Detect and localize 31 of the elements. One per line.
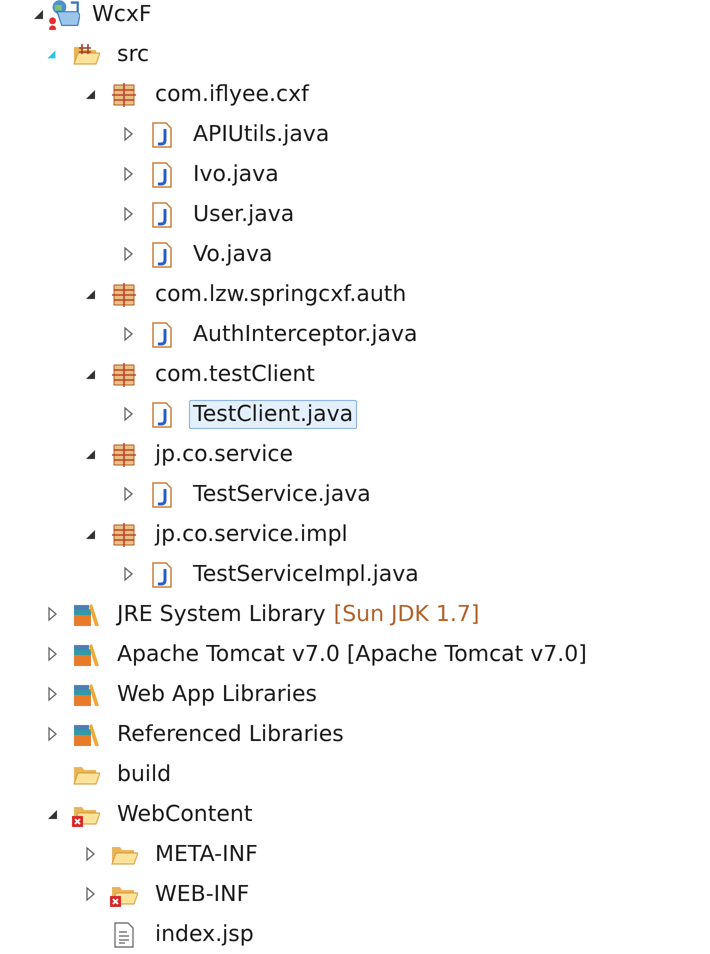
tree-item[interactable]: TestServiceImpl.java [189, 560, 423, 588]
tree-item[interactable]: WEB-INF [151, 880, 254, 908]
jdk-version-label: [Sun JDK 1.7] [334, 602, 480, 626]
tree-item[interactable]: WebContent [113, 800, 256, 828]
tree-item[interactable]: Web App Libraries [113, 680, 321, 708]
tree-item[interactable]: JRE System Library [113, 600, 330, 628]
package-icon [110, 280, 138, 308]
tree-item[interactable]: User.java [189, 200, 298, 228]
tree-item[interactable]: com.lzw.springcxf.auth [151, 280, 410, 308]
tree-item[interactable]: Apache Tomcat v7.0 [Apache Tomcat v7.0] [113, 640, 591, 668]
tree-item[interactable]: AuthInterceptor.java [189, 320, 422, 348]
tree-item[interactable]: jp.co.service.impl [151, 520, 352, 548]
tree-item[interactable]: jp.co.service [151, 440, 298, 468]
tree-item[interactable]: META-INF [151, 840, 262, 868]
package-icon [110, 520, 138, 548]
tree-item[interactable]: build [113, 760, 176, 788]
tree-item[interactable]: TestClient.java [189, 400, 358, 428]
package-icon [110, 360, 138, 388]
tree-item[interactable]: src [113, 40, 154, 68]
tree-item[interactable]: APIUtils.java [189, 120, 334, 148]
tree-item[interactable]: WcxF [88, 0, 156, 28]
package-icon [110, 80, 138, 108]
tree-item[interactable]: index.jsp [151, 920, 258, 948]
tree-item[interactable]: Referenced Libraries [113, 720, 348, 748]
tree-item[interactable]: com.iflyee.cxf [151, 80, 313, 108]
tree-item[interactable]: Vo.java [189, 240, 277, 268]
tree-item[interactable]: Ivo.java [189, 160, 283, 188]
tree-item[interactable]: TestService.java [189, 480, 375, 508]
project-icon [48, 0, 80, 30]
package-icon [110, 440, 138, 468]
tree-item[interactable]: com.testClient [151, 360, 319, 388]
